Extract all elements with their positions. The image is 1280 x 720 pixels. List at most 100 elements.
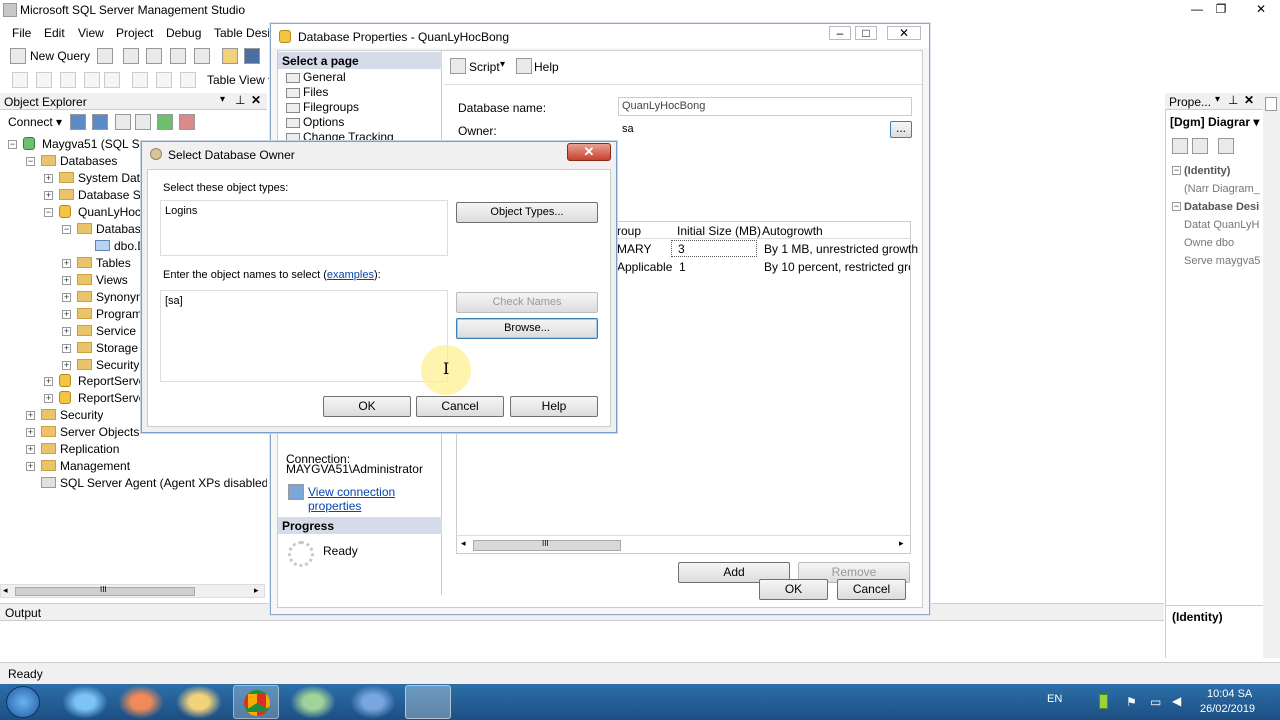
expand-icon[interactable]: + [26, 445, 35, 454]
property-row[interactable]: (Narr Diagram_ [1166, 181, 1263, 198]
expand-icon[interactable]: + [62, 276, 71, 285]
filter-icon[interactable] [135, 114, 151, 130]
refresh-icon[interactable] [157, 114, 173, 130]
owner-ok-button[interactable]: OK [323, 396, 411, 417]
stop-icon[interactable] [115, 114, 131, 130]
properties-dropdown-icon[interactable]: ▾ [1215, 94, 1220, 105]
expand-icon[interactable]: + [62, 327, 71, 336]
script-button[interactable]: Script [469, 60, 500, 74]
collapse-icon[interactable]: − [8, 140, 17, 149]
oe-dropdown-icon[interactable]: ▾ [220, 94, 225, 105]
page-general[interactable]: General [286, 70, 346, 84]
new-query-button[interactable]: New Query [30, 49, 90, 63]
scroll-left-icon[interactable]: ◂ [461, 538, 466, 549]
analysis-query-icon[interactable] [146, 48, 162, 64]
menu-view[interactable]: View [78, 26, 104, 40]
expand-icon[interactable]: + [26, 411, 35, 420]
menu-file[interactable]: File [12, 26, 31, 40]
connect-dropdown[interactable]: Connect ▾ [8, 115, 62, 129]
page-filegroups[interactable]: Filegroups [286, 100, 359, 114]
property-row[interactable]: Serve maygva5 [1166, 253, 1263, 270]
expand-icon[interactable]: + [62, 361, 71, 370]
owner-cancel-button[interactable]: Cancel [416, 396, 504, 417]
menu-project[interactable]: Project [116, 26, 153, 40]
expand-icon[interactable]: + [44, 394, 53, 403]
toolbox-tab-icon[interactable] [1265, 97, 1277, 111]
dbprops-ok-button[interactable]: OK [759, 579, 828, 600]
scroll-left-icon[interactable]: ◂ [3, 585, 8, 596]
chrome-icon[interactable] [233, 685, 279, 719]
expand-icon[interactable]: + [44, 377, 53, 386]
oe-horizontal-scrollbar[interactable]: ◂ III ▸ [0, 584, 265, 598]
new-file-icon[interactable] [97, 48, 113, 64]
object-names-input[interactable]: [sa] [160, 290, 448, 382]
collapse-icon[interactable]: − [26, 157, 35, 166]
clock-time[interactable]: 10:04 SA [1207, 688, 1252, 700]
object-types-button[interactable]: Object Types... [456, 202, 598, 223]
activity-monitor-icon[interactable] [179, 114, 195, 130]
collapse-icon[interactable]: − [44, 208, 53, 217]
internet-explorer-icon[interactable] [62, 685, 108, 719]
dbprops-maximize-button[interactable]: □ [855, 26, 877, 40]
open-file-icon[interactable] [222, 48, 238, 64]
script-dropdown-icon[interactable]: ▾ [500, 59, 505, 70]
collapse-icon[interactable]: − [1172, 202, 1181, 211]
page-options[interactable]: Options [286, 115, 344, 129]
property-pages-icon[interactable] [1218, 138, 1234, 154]
relationship-icon[interactable] [104, 72, 120, 88]
expand-icon[interactable]: + [26, 428, 35, 437]
save-icon[interactable] [244, 48, 260, 64]
collapse-icon[interactable]: − [1172, 166, 1181, 175]
key-icon[interactable] [156, 72, 172, 88]
start-button[interactable] [6, 686, 40, 718]
expand-icon[interactable]: + [62, 293, 71, 302]
grid-cell-initial-size[interactable]: 3 [671, 240, 757, 257]
view-connection-properties-link[interactable]: View connection properties [308, 485, 441, 513]
chrome-alt-icon[interactable] [350, 685, 396, 719]
properties-pin-icon[interactable]: ⊥ [1228, 93, 1238, 107]
browse-button[interactable]: Browse... [456, 318, 598, 339]
collapse-icon[interactable]: − [62, 225, 71, 234]
property-row[interactable]: Datat QuanLyH [1166, 217, 1263, 234]
disconnect-icon[interactable] [92, 114, 108, 130]
expand-icon[interactable]: + [26, 462, 35, 471]
action-center-icon[interactable]: ⚑ [1126, 695, 1137, 709]
grid-scroll-thumb[interactable]: III [473, 539, 621, 551]
oe-scroll-thumb[interactable]: III [15, 585, 195, 596]
add-table-icon[interactable] [36, 72, 52, 88]
arrange-icon[interactable] [132, 72, 148, 88]
clock-date[interactable]: 26/02/2019 [1200, 703, 1255, 715]
xmla-query-icon[interactable] [194, 48, 210, 64]
users-app-icon[interactable] [290, 685, 336, 719]
grid-horizontal-scrollbar[interactable]: ◂ III ▸ [457, 535, 910, 553]
owner-field[interactable]: sa [618, 120, 888, 139]
expand-icon[interactable]: + [44, 174, 53, 183]
menu-table-designer[interactable]: Table Designer [214, 26, 270, 40]
language-indicator[interactable]: EN [1047, 693, 1062, 705]
owner-browse-button[interactable]: ... [890, 121, 912, 138]
owner-dialog-close-button[interactable]: ✕ [567, 143, 611, 161]
expand-icon[interactable]: + [62, 310, 71, 319]
maximize-button[interactable]: ❐ [1208, 0, 1234, 18]
oe-close-icon[interactable]: ✕ [251, 93, 261, 107]
check-names-button[interactable]: Check Names [456, 292, 598, 313]
media-player-icon[interactable] [118, 685, 164, 719]
menu-debug[interactable]: Debug [166, 26, 201, 40]
expand-icon[interactable]: + [44, 191, 53, 200]
owner-help-button[interactable]: Help [510, 396, 598, 417]
scroll-right-icon[interactable]: ▸ [899, 538, 904, 549]
menu-edit[interactable]: Edit [44, 26, 65, 40]
properties-close-icon[interactable]: ✕ [1244, 93, 1254, 107]
property-row[interactable]: − (Identity) [1166, 163, 1263, 180]
table-view-dropdown[interactable]: Table View ▾ [207, 73, 274, 87]
properties-object-selector[interactable]: [Dgm] Diagrar ▾ [1170, 115, 1259, 129]
oe-pin-icon[interactable]: ⊥ [235, 93, 245, 107]
expand-icon[interactable]: + [62, 259, 71, 268]
expand-icon[interactable]: + [62, 344, 71, 353]
help-button[interactable]: Help [534, 60, 559, 74]
alphabetical-icon[interactable] [1192, 138, 1208, 154]
dbprops-close-button[interactable]: ✕ [887, 26, 921, 40]
network-icon[interactable]: ▭ [1150, 695, 1161, 709]
categorized-icon[interactable] [1172, 138, 1188, 154]
page-files[interactable]: Files [286, 85, 328, 99]
